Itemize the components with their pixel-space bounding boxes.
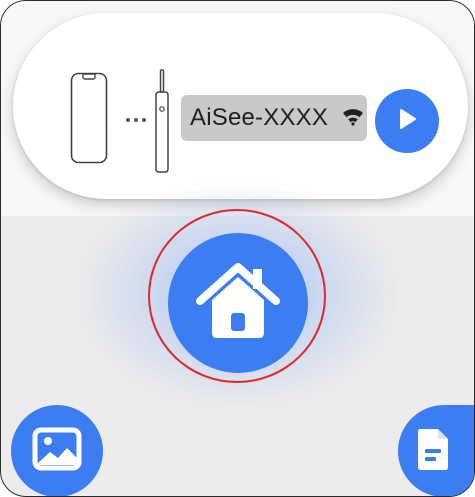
dots-icon [125, 110, 147, 128]
gallery-button[interactable] [11, 405, 103, 496]
document-button[interactable] [398, 405, 474, 496]
gallery-icon [32, 427, 82, 476]
home-icon [196, 261, 280, 346]
device-name: AiSee-XXXX [190, 104, 329, 131]
wifi-icon [342, 107, 364, 132]
document-icon [416, 427, 450, 476]
connection-card: AiSee-XXXX [13, 13, 468, 199]
home-button[interactable] [168, 233, 308, 373]
phone-icon [70, 72, 108, 169]
device-name-chip: AiSee-XXXX [181, 95, 367, 141]
toothbrush-icon [151, 69, 173, 178]
app-screen: AiSee-XXXX [0, 0, 475, 497]
play-button[interactable] [375, 89, 439, 153]
play-icon [396, 107, 418, 136]
